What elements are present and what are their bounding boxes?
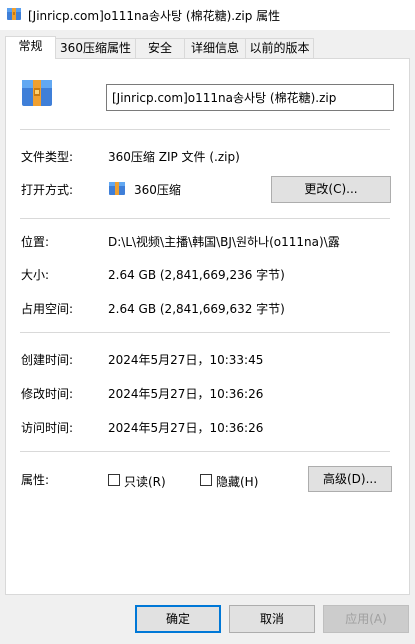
opens-with-label: 打开方式: [21, 183, 74, 197]
ok-button[interactable]: 确定 [135, 605, 221, 633]
zip-archive-small-icon [109, 182, 125, 195]
accessed-value: 2024年5月27日，10:36:26 [108, 421, 264, 435]
cancel-button[interactable]: 取消 [229, 605, 315, 633]
readonly-checkbox[interactable] [108, 474, 120, 486]
advanced-button[interactable]: 高级(D)... [308, 466, 392, 492]
zip-archive-icon [7, 8, 21, 20]
tab-strip: 常规 360压缩属性 安全 详细信息 以前的版本 [0, 36, 415, 59]
tab-security[interactable]: 安全 [135, 38, 185, 58]
created-label: 创建时间: [21, 353, 74, 367]
title-bar: [Jinricp.com]o111na송사탕 (棉花糖).zip 属性 [0, 0, 415, 30]
hidden-checkbox[interactable] [200, 474, 212, 486]
created-value: 2024年5月27日，10:33:45 [108, 353, 264, 367]
attributes-label: 属性: [21, 473, 50, 487]
tab-details[interactable]: 详细信息 [184, 38, 246, 58]
size-value: 2.64 GB (2,841,669,236 字节) [108, 268, 285, 282]
location-value: D:\L\视频\主播\韩国\BJ\원하나(o111na)\露 [108, 235, 340, 249]
tab-previous-versions[interactable]: 以前的版本 [245, 38, 314, 58]
divider [20, 332, 390, 333]
modified-value: 2024年5月27日，10:36:26 [108, 387, 264, 401]
tab-360-archive-properties[interactable]: 360压缩属性 [55, 38, 136, 58]
opens-with-value: 360压缩 [134, 183, 181, 197]
general-panel [5, 58, 410, 595]
size-on-disk-label: 占用空间: [21, 302, 74, 316]
window-title: [Jinricp.com]o111na송사탕 (棉花糖).zip 属性 [28, 9, 281, 23]
change-button[interactable]: 更改(C)... [271, 176, 391, 203]
readonly-label: 只读(R) [124, 475, 166, 489]
divider [20, 218, 390, 219]
file-type-label: 文件类型: [21, 150, 74, 164]
tab-general[interactable]: 常规 [5, 36, 56, 59]
size-on-disk-value: 2.64 GB (2,841,669,632 字节) [108, 302, 285, 316]
size-label: 大小: [21, 268, 50, 282]
location-label: 位置: [21, 235, 50, 249]
accessed-label: 访问时间: [21, 421, 74, 435]
divider [20, 129, 390, 130]
filename-field[interactable]: [Jinricp.com]o111na송사탕 (棉花糖).zip [106, 84, 394, 111]
divider [20, 451, 390, 452]
modified-label: 修改时间: [21, 387, 74, 401]
apply-button[interactable]: 应用(A) [323, 605, 409, 633]
hidden-label: 隐藏(H) [216, 475, 259, 489]
file-type-value: 360压缩 ZIP 文件 (.zip) [108, 150, 240, 164]
zip-archive-icon [22, 80, 52, 106]
